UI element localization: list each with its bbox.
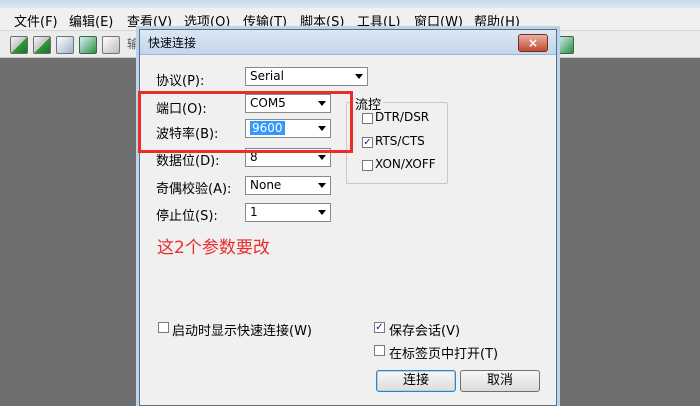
xon-xoff-label: XON/XOFF [375,157,436,171]
chevron-down-icon [318,210,326,215]
chevron-down-icon [355,74,363,79]
dialog-title: 快速连接 [148,36,197,50]
annotation-text: 这2个参数要改 [157,238,270,258]
parity-value: None [250,178,282,192]
toolbar-input-partial[interactable]: 输 [127,35,139,52]
stop-bits-label: 停止位(S): [156,209,218,224]
connect-tab-icon[interactable] [56,36,74,54]
chevron-down-icon [318,155,326,160]
stop-bits-value: 1 [250,205,258,219]
dtr-dsr-label: DTR/DSR [375,110,430,124]
menu-edit[interactable]: 编辑(E) [69,11,113,30]
rts-cts-checkbox[interactable]: ✓ [362,137,373,148]
save-session-checkbox[interactable]: ✓ [374,322,385,333]
parity-label: 奇偶校验(A): [156,182,232,197]
reconnect-icon[interactable] [79,36,97,54]
menu-transfer[interactable]: 传输(T) [243,11,287,30]
show-quick-connect-label: 启动时显示快速连接(W) [172,324,312,339]
close-button[interactable]: × [518,34,548,52]
annotation-highlight-box [138,91,353,153]
parity-select[interactable]: None [245,176,331,195]
save-session-label: 保存会话(V) [389,324,461,339]
app-title-bar [0,0,700,8]
cancel-button[interactable]: 取消 [460,370,540,392]
menu-file[interactable]: 文件(F) [14,11,58,30]
connect-button[interactable]: 连接 [376,370,456,392]
dtr-dsr-checkbox[interactable] [362,113,373,124]
menu-view[interactable]: 查看(V) [127,11,172,30]
quick-connect-dialog: 快速连接 × 协议(P): Serial 端口(O): COM5 波特率(B):… [139,29,557,406]
menu-bar: 文件(F) 编辑(E) 查看(V) 选项(O) 传输(T) 脚本(S) 工具(L… [0,8,700,31]
connect-icon[interactable] [10,36,28,54]
menu-help[interactable]: 帮助(H) [474,11,520,30]
xon-xoff-checkbox[interactable] [362,160,373,171]
protocol-select[interactable]: Serial [245,67,368,86]
dialog-title-bar: 快速连接 × [140,30,556,55]
protocol-label: 协议(P): [156,74,205,89]
protocol-value: Serial [250,69,284,83]
quick-connect-icon[interactable] [33,36,51,54]
rts-cts-label: RTS/CTS [375,134,425,148]
menu-options[interactable]: 选项(O) [184,11,230,30]
disconnect-icon[interactable] [102,36,120,54]
menu-tools[interactable]: 工具(L) [357,11,400,30]
menu-window[interactable]: 窗口(W) [414,11,463,30]
stop-bits-select[interactable]: 1 [245,203,331,222]
open-in-tab-label: 在标签页中打开(T) [389,347,499,362]
menu-script[interactable]: 脚本(S) [300,11,344,30]
chevron-down-icon [318,183,326,188]
open-in-tab-checkbox[interactable] [374,345,385,356]
settings-icon[interactable] [556,36,574,54]
show-quick-connect-checkbox[interactable] [158,322,169,333]
